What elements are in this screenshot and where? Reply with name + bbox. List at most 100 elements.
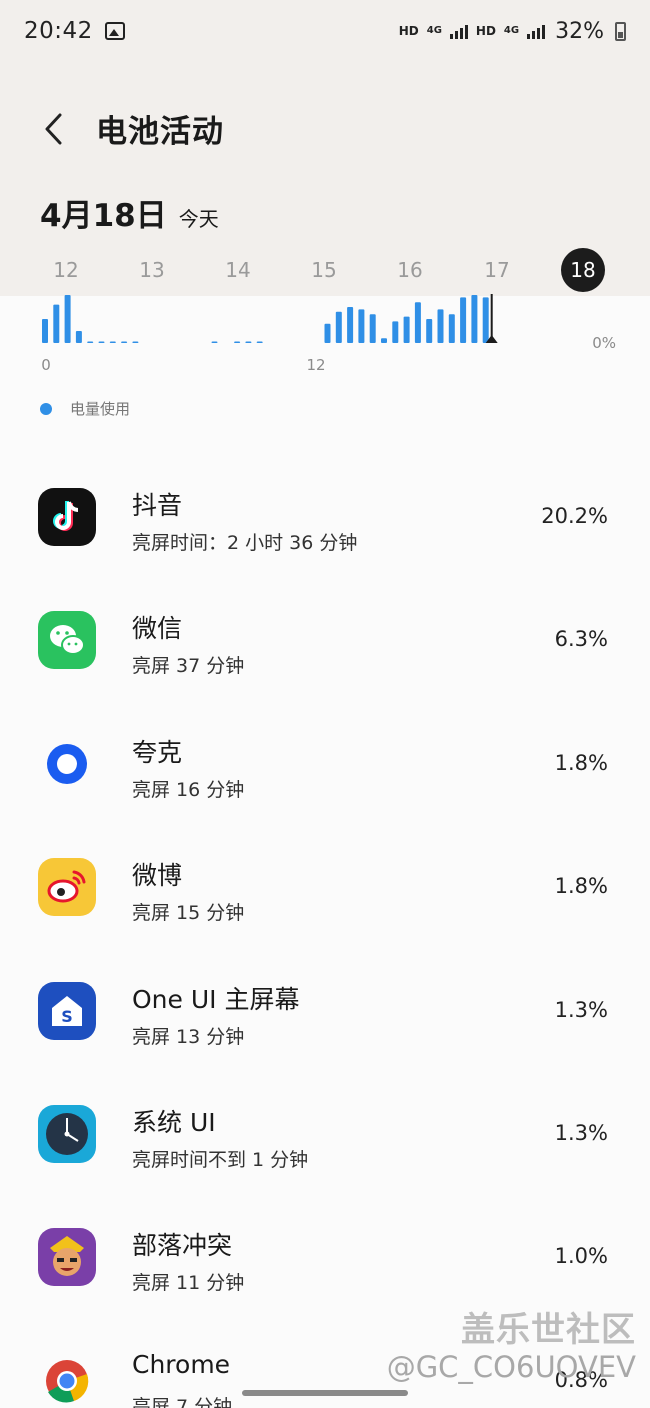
app-name: One UI 主屏幕 xyxy=(132,984,300,1014)
chart-bar xyxy=(347,307,354,343)
app-screen-time: 亮屏 11 分钟 xyxy=(132,1272,245,1295)
status-indicators: HD 4G HD 4G 32% xyxy=(399,19,626,44)
quark-icon xyxy=(38,734,96,793)
app-screen-time: 亮屏时间不到 1 分钟 xyxy=(132,1149,309,1171)
app-usage-row[interactable]: 微博亮屏 15 分钟 1.8% xyxy=(0,826,650,949)
battery-icon xyxy=(615,21,626,41)
x-tick-label: 12 xyxy=(306,356,325,374)
wechat-icon xyxy=(38,611,96,670)
chart-bar xyxy=(381,338,387,343)
date-sub: 今天 xyxy=(178,207,219,231)
chart-bar xyxy=(403,316,410,343)
chart-bar xyxy=(42,319,48,343)
system-ui-icon xyxy=(38,1105,96,1163)
app-name: 微博 xyxy=(132,861,183,891)
app-battery-percent: 6.3% xyxy=(554,627,608,652)
chart-bar xyxy=(256,341,263,343)
app-name: 夸克 xyxy=(132,737,183,767)
watermark-user: @GC_CO6UOVEV xyxy=(386,1350,636,1384)
day-12[interactable]: 12 xyxy=(44,248,88,292)
day-17[interactable]: 17 xyxy=(475,248,519,292)
app-screen-time: 亮屏 7 分钟 xyxy=(132,1395,233,1408)
network-type-label-2: 4G xyxy=(503,25,520,36)
app-battery-percent: 20.2% xyxy=(541,504,608,528)
legend-dot xyxy=(40,402,52,415)
signal-icon-2 xyxy=(527,23,546,39)
battery-percentage: 32% xyxy=(555,18,604,44)
app-name: Chrome xyxy=(132,1349,231,1379)
chart-bar xyxy=(471,295,478,343)
app-screen-time: 亮屏 15 分钟 xyxy=(132,902,245,925)
app-usage-row[interactable]: 微信亮屏 37 分钟 6.3% xyxy=(0,579,650,702)
chart-bar xyxy=(53,304,60,343)
chart-bar xyxy=(234,341,241,343)
date-main: 4月18日 xyxy=(40,198,167,234)
clash-of-clans-icon xyxy=(38,1228,96,1287)
day-15[interactable]: 15 xyxy=(302,248,346,292)
app-screen-time: 亮屏 16 分钟 xyxy=(132,778,245,801)
app-name: 部落冲突 xyxy=(132,1231,233,1261)
chart-bar xyxy=(64,295,71,343)
status-time: 20:42 xyxy=(24,18,93,44)
chart-bar xyxy=(109,341,116,343)
chart-bar xyxy=(414,302,421,343)
chart-bar xyxy=(358,309,365,343)
legend-label: 电量使用 xyxy=(70,400,131,418)
day-18[interactable]: 18 xyxy=(561,248,605,292)
app-header: 电池活动 xyxy=(0,96,650,160)
app-battery-percent: 1.8% xyxy=(554,874,608,899)
weibo-icon xyxy=(38,858,96,917)
app-name: 抖音 xyxy=(132,491,183,520)
day-16[interactable]: 16 xyxy=(388,248,432,292)
chart-bar xyxy=(87,341,94,343)
x-tick-label: 0 xyxy=(41,356,51,374)
battery-usage-chart: 0 12 0% xyxy=(41,294,616,374)
app-usage-row[interactable]: 部落冲突亮屏 11 分钟 1.0% xyxy=(0,1196,650,1319)
day-14[interactable]: 14 xyxy=(216,248,260,292)
network-type-label: 4G xyxy=(426,25,442,36)
home-indicator[interactable] xyxy=(242,1390,408,1396)
date-heading: 4月18日 今天 xyxy=(40,190,219,235)
app-name: 系统 UI xyxy=(132,1108,216,1137)
app-screen-time: 亮屏时间：2 小时 36 分钟 xyxy=(132,532,358,554)
chart-bar xyxy=(335,311,342,343)
chart-bar xyxy=(369,314,376,343)
chart-bar xyxy=(98,341,105,343)
app-screen-time: 亮屏 37 分钟 xyxy=(132,655,245,678)
chart-bar xyxy=(121,341,128,343)
chart-bar xyxy=(132,341,139,343)
app-battery-percent: 1.0% xyxy=(554,1244,608,1269)
chart-bar xyxy=(437,309,444,343)
app-usage-row[interactable]: S One UI 主屏幕亮屏 13 分钟 1.3% xyxy=(0,950,650,1073)
app-battery-percent: 1.3% xyxy=(554,997,608,1022)
hd-label: HD xyxy=(398,24,419,38)
day-13[interactable]: 13 xyxy=(130,248,174,292)
chart-legend: 电量使用 xyxy=(40,398,130,419)
app-name: 微信 xyxy=(132,614,183,644)
app-battery-percent: 1.8% xyxy=(554,750,608,775)
app-usage-row[interactable]: 系统 UI 亮屏时间不到 1 分钟 1.3% xyxy=(0,1073,650,1196)
chart-bar xyxy=(448,314,455,343)
day-selector: 12 13 14 15 16 17 18 xyxy=(0,248,650,292)
chart-bar xyxy=(324,323,331,343)
back-arrow-icon[interactable] xyxy=(42,112,68,146)
svg-text:S: S xyxy=(61,1007,73,1026)
app-usage-row[interactable]: 夸克亮屏 16 分钟 1.8% xyxy=(0,703,650,826)
chart-bar xyxy=(460,297,467,343)
app-screen-time: 亮屏 13 分钟 xyxy=(132,1025,245,1048)
chart-bar xyxy=(426,319,433,343)
chart-bar xyxy=(75,331,82,343)
one-ui-home-icon: S xyxy=(38,981,96,1040)
status-bar: 20:42 HD 4G HD 4G 32% xyxy=(0,0,650,62)
chart-bar xyxy=(482,297,489,343)
y-tick-label: 0% xyxy=(592,334,616,352)
tiktok-icon xyxy=(38,488,96,546)
app-usage-row[interactable]: 抖音亮屏时间：2 小时 36 分钟 20.2% xyxy=(0,456,650,579)
chart-bar xyxy=(245,341,252,343)
chrome-icon xyxy=(38,1351,96,1408)
gallery-notification-icon xyxy=(104,22,125,40)
app-battery-percent: 1.3% xyxy=(554,1121,608,1145)
chart-bar xyxy=(392,321,399,343)
chart-bar xyxy=(211,341,218,343)
signal-icon xyxy=(449,23,468,39)
